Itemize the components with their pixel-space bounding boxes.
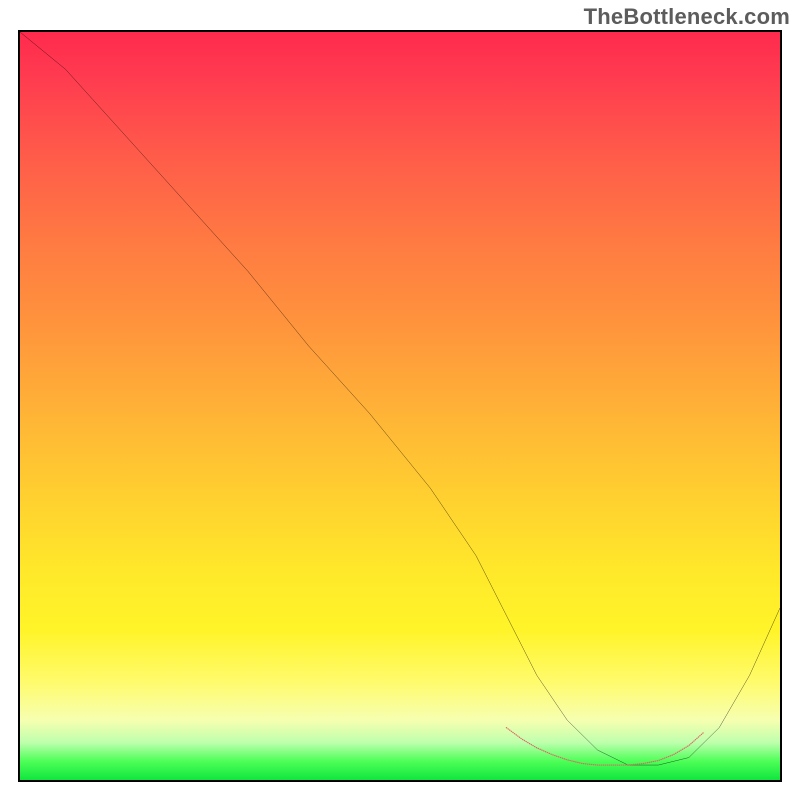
attribution-label: TheBottleneck.com bbox=[584, 4, 790, 30]
chart-svg bbox=[20, 32, 780, 780]
bottleneck-curve bbox=[20, 32, 780, 765]
optimal-band-marker bbox=[506, 728, 704, 765]
chart-container: TheBottleneck.com bbox=[0, 0, 800, 800]
plot-area bbox=[18, 30, 782, 782]
